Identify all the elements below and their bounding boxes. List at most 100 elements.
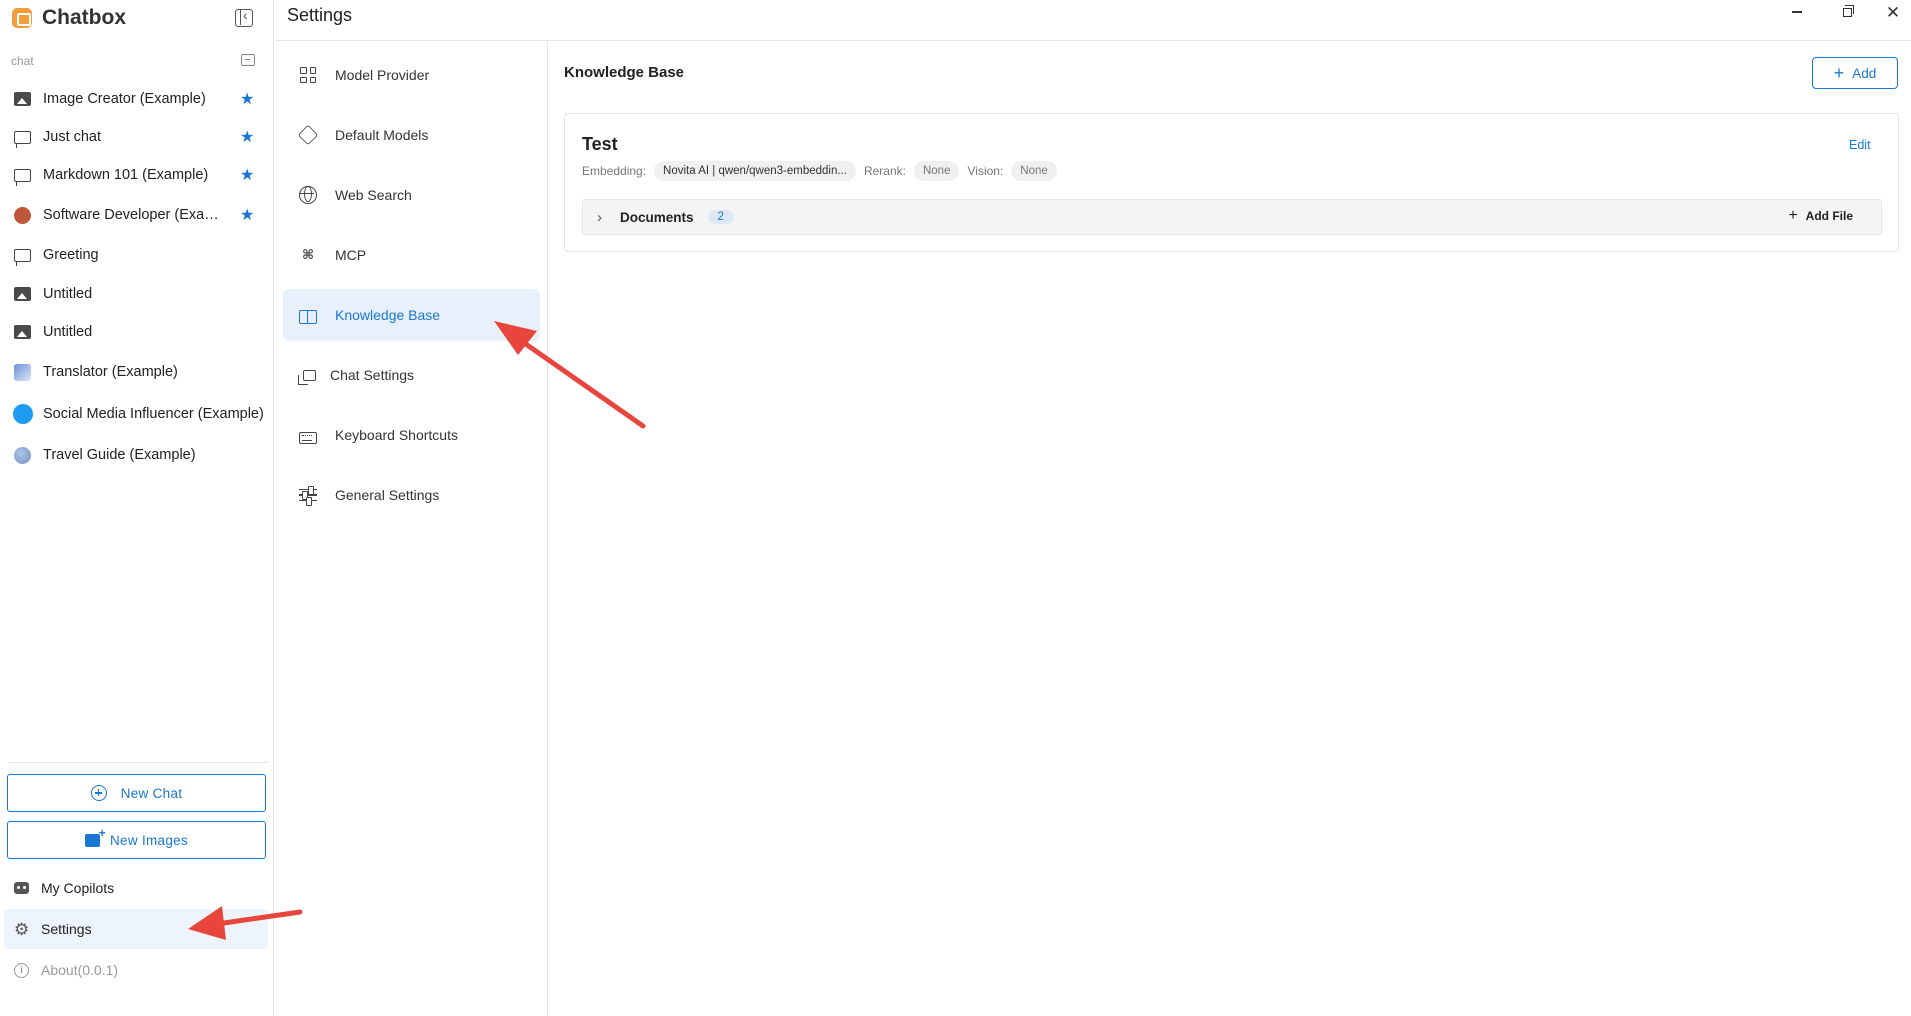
close-button[interactable]: ✕ (1873, 0, 1911, 24)
documents-count-badge: 2 (707, 210, 734, 224)
vision-label: Vision: (967, 164, 1004, 178)
nav-default-models[interactable]: Default Models (283, 109, 540, 161)
session-label: Untitled (43, 324, 93, 340)
page-title: Knowledge Base (564, 64, 685, 81)
settings-label: Settings (41, 921, 92, 937)
session-label: Social Media Influencer (Example) (43, 406, 264, 422)
keyboard-icon (299, 432, 317, 444)
app-name: Chatbox (42, 6, 126, 29)
star-icon[interactable]: ★ (240, 127, 254, 147)
nav-model-provider[interactable]: Model Provider (283, 49, 540, 101)
session-item[interactable]: Image Creator (Example) ★ (0, 82, 274, 116)
session-item[interactable]: Untitled (0, 315, 274, 349)
new-chat-label: New Chat (120, 785, 183, 801)
about-item[interactable]: i About(0.0.1) (4, 950, 268, 990)
add-circle-icon (90, 785, 107, 801)
star-icon[interactable]: ★ (240, 205, 254, 225)
globe-icon (299, 186, 317, 204)
session-item[interactable]: Software Developer (Example) ★ (0, 198, 274, 232)
add-knowledge-base-button[interactable]: + Add (1812, 57, 1898, 89)
robot-icon (14, 882, 29, 894)
book-icon (299, 310, 317, 324)
session-item[interactable]: Markdown 101 (Example) ★ (0, 158, 274, 192)
documents-accordion[interactable]: › Documents 2 + Add File (582, 199, 1882, 235)
session-item[interactable]: Untitled (0, 277, 274, 311)
new-images-button[interactable]: New Images (7, 821, 266, 859)
main-content: Knowledge Base + Add Test Edit Embedding… (549, 41, 1911, 1016)
rerank-chip: None (913, 161, 960, 181)
chatbox-logo-icon (12, 8, 32, 28)
session-item[interactable]: Greeting (0, 238, 274, 272)
embedding-label: Embedding: (582, 164, 647, 178)
add-file-button[interactable]: + Add File (1788, 207, 1853, 224)
chat-bubble-icon (14, 168, 31, 186)
session-label: Travel Guide (Example) (43, 447, 196, 463)
star-icon[interactable]: ★ (240, 89, 254, 109)
chats-icon (298, 369, 316, 385)
nav-label: Default Models (335, 127, 429, 143)
nav-label: Web Search (335, 187, 412, 203)
rerank-label: Rerank: (863, 164, 906, 178)
gear-icon: ⚙ (14, 919, 30, 939)
edit-button[interactable]: Edit (1849, 138, 1871, 152)
minimize-icon (1792, 11, 1802, 13)
nav-chat-settings[interactable]: Chat Settings (283, 349, 540, 401)
globe-avatar-icon (14, 446, 31, 464)
minimize-button[interactable] (1777, 0, 1817, 24)
new-images-label: New Images (109, 832, 189, 848)
archive-icon[interactable] (241, 54, 255, 66)
session-item[interactable]: Just chat ★ (0, 120, 274, 154)
about-label: About(0.0.1) (41, 962, 119, 978)
kb-name: Test (582, 134, 618, 154)
nav-mcp[interactable]: ⌘ MCP (283, 229, 540, 281)
chat-bubble-icon (14, 248, 31, 266)
session-item[interactable]: Travel Guide (Example) (0, 438, 274, 472)
plus-icon: + (1788, 207, 1798, 224)
window-title: Settings (287, 5, 353, 25)
session-label: Untitled (43, 286, 93, 302)
embedding-chip: Novita AI | qwen/qwen3-embeddin... (654, 161, 856, 181)
session-label: Markdown 101 (Example) (43, 167, 209, 183)
star-icon[interactable]: ★ (240, 165, 254, 185)
nav-label: Knowledge Base (335, 307, 441, 323)
session-label: Translator (Example) (43, 364, 178, 380)
mcp-icon: ⌘ (301, 247, 315, 262)
grid-icon (299, 66, 317, 84)
nav-general-settings[interactable]: General Settings (283, 469, 540, 521)
add-label: Add (1852, 65, 1877, 81)
session-label: Software Developer (Example) (43, 207, 228, 223)
vision-chip: None (1011, 161, 1057, 181)
session-item[interactable]: Translator (Example) (0, 355, 274, 389)
developer-avatar-icon (14, 206, 31, 224)
nav-web-search[interactable]: Web Search (283, 169, 540, 221)
collapse-sidebar-icon[interactable] (235, 7, 253, 27)
settings-nav: Model Provider Default Models Web Search… (275, 41, 548, 1016)
nav-label: MCP (335, 247, 367, 263)
chevron-right-icon: › (597, 208, 602, 226)
session-label: Image Creator (Example) (43, 91, 206, 107)
nav-knowledge-base[interactable]: Knowledge Base (283, 289, 540, 341)
my-copilots-label: My Copilots (41, 880, 115, 896)
session-item[interactable]: Social Media Influencer (Example) (0, 397, 274, 431)
info-icon: i (14, 962, 29, 978)
settings-item[interactable]: ⚙ Settings (4, 909, 268, 949)
brand: Chatbox (12, 6, 126, 30)
plus-icon: + (1833, 63, 1845, 83)
add-image-icon (84, 826, 106, 847)
image-icon (14, 325, 31, 339)
knowledge-base-card: Test Edit Embedding: Novita AI | qwen/qw… (564, 113, 1899, 252)
left-sidebar: Chatbox chat Image Creator (Example) ★ J… (0, 0, 274, 1016)
my-copilots-item[interactable]: My Copilots (4, 868, 268, 908)
session-label: Just chat (43, 129, 102, 145)
nav-label: Chat Settings (330, 367, 415, 383)
maximize-button[interactable] (1827, 0, 1867, 24)
sidebar-divider (8, 762, 268, 763)
kb-meta: Embedding: Novita AI | qwen/qwen3-embedd… (582, 161, 1065, 181)
nav-label: Keyboard Shortcuts (335, 427, 458, 443)
add-file-label: Add File (1805, 209, 1853, 223)
new-chat-button[interactable]: New Chat (7, 774, 266, 812)
close-icon: ✕ (1885, 2, 1901, 22)
cube-icon (297, 124, 319, 146)
session-label: Greeting (43, 247, 99, 263)
nav-keyboard-shortcuts[interactable]: Keyboard Shortcuts (283, 409, 540, 461)
